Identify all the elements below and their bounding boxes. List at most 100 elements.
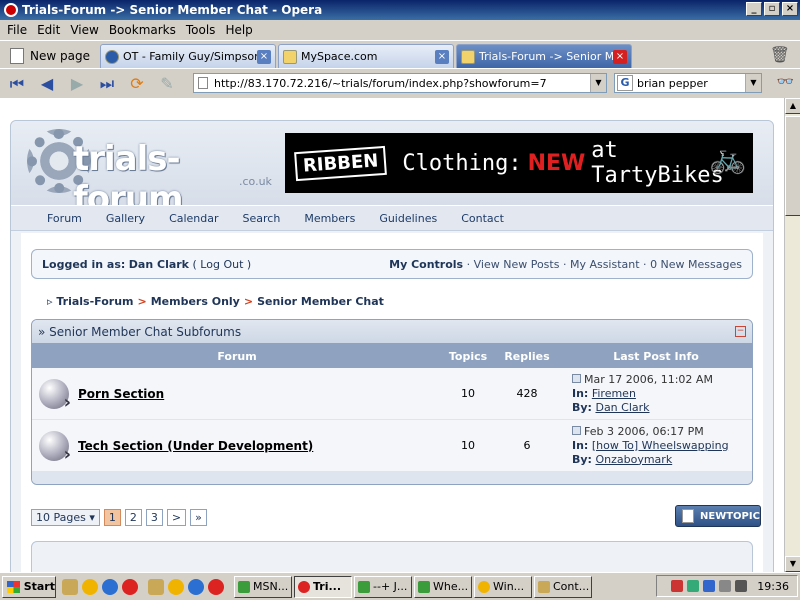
- show-desktop-icon[interactable]: [148, 578, 164, 595]
- opera-quicklaunch-icon[interactable]: [122, 578, 138, 595]
- breadcrumb: ▹ Trials-Forum > Members Only > Senior Membe…: [47, 295, 384, 308]
- new-messages-link[interactable]: 0 New Messages: [650, 258, 742, 271]
- taskbar-button-msn[interactable]: MSN...: [234, 575, 292, 598]
- forum-link[interactable]: Tech Section (Under Development): [76, 439, 442, 453]
- collapse-icon[interactable]: −: [735, 326, 746, 337]
- menu-file[interactable]: File: [2, 23, 32, 37]
- last-post-topic-link[interactable]: [how To] Wheelswapping: [592, 439, 729, 452]
- page-icon: [460, 49, 475, 64]
- back-icon[interactable]: ◀: [34, 72, 60, 96]
- close-button[interactable]: ×: [782, 2, 798, 16]
- new-topic-button[interactable]: NEWTOPIC: [675, 505, 761, 527]
- last-post-info: Mar 17 2006, 11:02 AM In: Firemen By: Da…: [560, 373, 752, 415]
- tab-close-icon[interactable]: ×: [256, 49, 271, 64]
- last-post-author-link[interactable]: Dan Clark: [595, 401, 649, 414]
- page-1[interactable]: 1: [103, 509, 121, 526]
- nav-guidelines[interactable]: Guidelines: [367, 212, 449, 225]
- edit-icon[interactable]: ✎: [154, 72, 180, 96]
- breadcrumb-arrow-icon: ▹: [47, 295, 57, 308]
- taskbar-button-opera[interactable]: Tri...: [294, 575, 352, 598]
- user-name-link[interactable]: Dan Clark: [129, 258, 189, 271]
- maximize-button[interactable]: ▫: [764, 2, 780, 16]
- address-dropdown-icon[interactable]: ▼: [590, 74, 606, 92]
- system-tray: 19:36: [656, 575, 798, 597]
- nav-search[interactable]: Search: [231, 212, 293, 225]
- tab-bar: New page OT - Family Guy/Simpson... × My…: [0, 40, 800, 68]
- last-post-icon[interactable]: [572, 373, 581, 383]
- pages-dropdown[interactable]: 10 Pages ▾: [31, 509, 100, 526]
- taskbar-button-chat[interactable]: --+ J...: [354, 575, 412, 598]
- my-assistant-link[interactable]: My Assistant: [570, 258, 640, 271]
- nav-gallery[interactable]: Gallery: [94, 212, 157, 225]
- scroll-up-icon[interactable]: ▲: [785, 98, 800, 114]
- menu-view[interactable]: View: [65, 23, 103, 37]
- reload-icon[interactable]: ⟳: [124, 72, 150, 96]
- menu-tools[interactable]: Tools: [181, 23, 221, 37]
- taskbar-button-win[interactable]: Win...: [474, 575, 532, 598]
- folder-icon: [538, 580, 550, 593]
- show-desktop-icon[interactable]: [62, 578, 78, 595]
- search-input[interactable]: G brian pepper ▼: [614, 73, 762, 93]
- opera-quicklaunch-icon[interactable]: [208, 578, 224, 595]
- vertical-scrollbar[interactable]: ▲ ▼: [784, 98, 800, 572]
- breadcrumb-senior-member-chat[interactable]: Senior Member Chat: [257, 295, 384, 308]
- site-banner: trials-forum .co.uk RIBBEN Clothing: NEW…: [11, 121, 773, 219]
- tray-users-icon[interactable]: [703, 580, 716, 592]
- nav-contact[interactable]: Contact: [449, 212, 516, 225]
- fast-forward-icon[interactable]: ⏭: [94, 72, 120, 96]
- media-player-icon[interactable]: [82, 578, 98, 595]
- breadcrumb-members-only[interactable]: Members Only: [151, 295, 240, 308]
- view-new-posts-link[interactable]: View New Posts: [474, 258, 560, 271]
- forward-icon[interactable]: ▶: [64, 72, 90, 96]
- next-page[interactable]: >: [166, 509, 187, 526]
- last-post-icon[interactable]: [572, 425, 581, 435]
- menu-edit[interactable]: Edit: [32, 23, 65, 37]
- ad-new: NEW: [527, 150, 586, 176]
- last-page[interactable]: »: [190, 509, 207, 526]
- taskbar-button-whe[interactable]: Whe...: [414, 575, 472, 598]
- last-post-author-link[interactable]: Onzaboymark: [595, 453, 672, 466]
- subforums-footer: [32, 472, 752, 484]
- google-icon[interactable]: G: [617, 75, 633, 91]
- last-post-topic-link[interactable]: Firemen: [592, 387, 636, 400]
- tab-myspace[interactable]: MySpace.com ×: [277, 44, 454, 68]
- tray-volume-icon[interactable]: [735, 580, 748, 592]
- tray-network-icon[interactable]: [671, 580, 684, 592]
- page-3[interactable]: 3: [145, 509, 163, 526]
- nav-calendar[interactable]: Calendar: [157, 212, 230, 225]
- internet-explorer-icon[interactable]: [102, 578, 118, 595]
- column-replies: Replies: [504, 349, 550, 363]
- scroll-thumb[interactable]: [785, 116, 800, 216]
- clock[interactable]: 19:36: [757, 580, 789, 593]
- new-page-button[interactable]: New page: [4, 44, 96, 68]
- my-controls-link[interactable]: My Controls: [389, 258, 463, 271]
- tray-messenger-icon[interactable]: [687, 580, 700, 592]
- media-player-icon[interactable]: [168, 578, 184, 595]
- subforums-header: » Senior Member Chat Subforums −: [32, 320, 752, 344]
- start-button[interactable]: Start: [2, 575, 56, 598]
- trash-icon[interactable]: 🗑: [770, 45, 790, 64]
- address-bar[interactable]: http://83.170.72.216/~trials/forum/index…: [193, 73, 607, 93]
- page-2[interactable]: 2: [124, 509, 142, 526]
- tray-monitor-icon[interactable]: [719, 580, 732, 592]
- tab-family-guy[interactable]: OT - Family Guy/Simpson... ×: [99, 44, 276, 68]
- scroll-down-icon[interactable]: ▼: [785, 556, 800, 572]
- tab-close-icon[interactable]: ×: [434, 49, 449, 64]
- search-dropdown-icon[interactable]: ▼: [745, 74, 761, 92]
- tab-trials-forum[interactable]: Trials-Forum -> Senior Me... ×: [455, 44, 632, 68]
- glasses-icon[interactable]: 👓: [777, 74, 794, 90]
- internet-explorer-icon[interactable]: [188, 578, 204, 595]
- menu-help[interactable]: Help: [220, 23, 257, 37]
- forum-link[interactable]: Porn Section: [76, 387, 442, 401]
- menu-bookmarks[interactable]: Bookmarks: [104, 23, 181, 37]
- site-logo[interactable]: trials-forum .co.uk: [27, 129, 272, 219]
- advert-banner[interactable]: RIBBEN Clothing: NEW at TartyBikes 🚲: [285, 133, 753, 193]
- tab-close-icon[interactable]: ×: [612, 49, 627, 64]
- nav-forum[interactable]: Forum: [35, 212, 94, 225]
- rewind-icon[interactable]: ⏮: [4, 72, 30, 96]
- taskbar-button-cont[interactable]: Cont...: [534, 575, 592, 598]
- nav-members[interactable]: Members: [292, 212, 367, 225]
- minimize-button[interactable]: _: [746, 2, 762, 16]
- logout-link[interactable]: ( Log Out ): [193, 258, 252, 271]
- breadcrumb-trials-forum[interactable]: Trials-Forum: [56, 295, 133, 308]
